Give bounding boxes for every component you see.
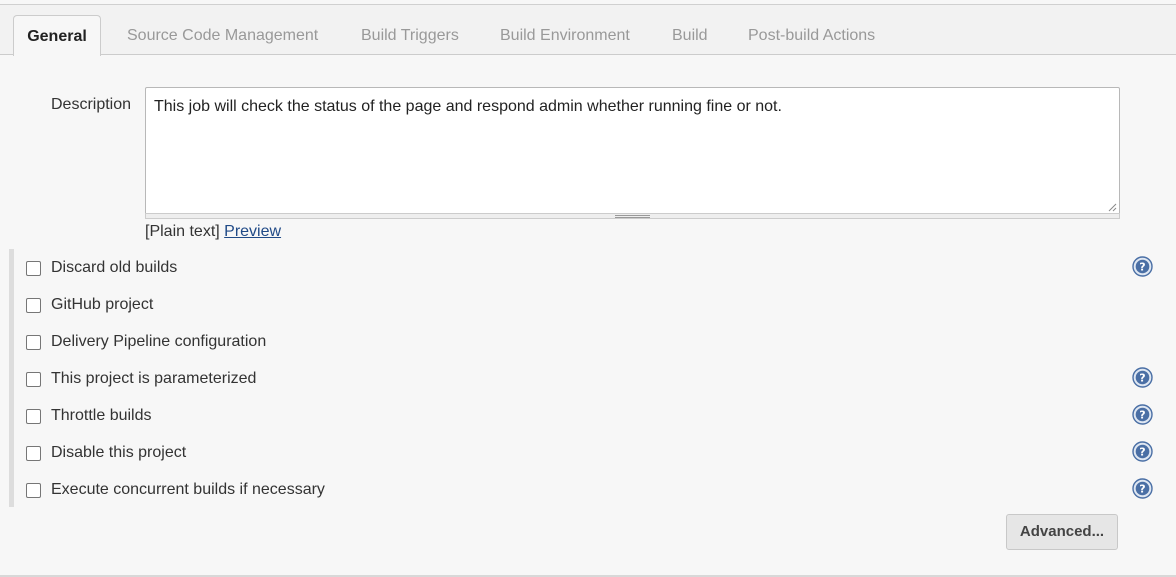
concurrent-builds-checkbox[interactable] <box>26 482 41 498</box>
option-github-project: GitHub project <box>26 294 153 316</box>
options-section-indicator <box>9 249 14 507</box>
resize-handle-icon <box>615 215 650 218</box>
svg-text:?: ? <box>1139 409 1145 422</box>
parameterized-checkbox[interactable] <box>26 371 41 387</box>
option-delivery-pipeline: Delivery Pipeline configuration <box>26 331 266 353</box>
svg-text:?: ? <box>1139 483 1145 496</box>
help-circle-icon[interactable]: ? <box>1132 367 1153 388</box>
tab-build-triggers[interactable]: Build Triggers <box>361 15 459 56</box>
delivery-pipeline-checkbox[interactable] <box>26 334 41 350</box>
option-concurrent-builds: Execute concurrent builds if necessary <box>26 479 325 501</box>
markup-type-label: [Plain text] <box>145 223 220 240</box>
preview-link[interactable]: Preview <box>224 223 281 240</box>
tab-source-code-management[interactable]: Source Code Management <box>127 15 318 56</box>
svg-text:?: ? <box>1139 446 1145 459</box>
markup-formatter: [Plain text] Preview <box>145 223 281 241</box>
option-discard-old-builds: Discard old builds <box>26 257 177 279</box>
help-circle-icon[interactable]: ? <box>1132 478 1153 499</box>
help-circle-icon[interactable]: ? <box>1132 256 1153 277</box>
description-label: Description <box>51 96 132 113</box>
description-text: This job will check the status of the pa… <box>154 98 782 115</box>
option-label: Discard old builds <box>51 259 178 276</box>
help-circle-icon[interactable]: ? <box>1132 441 1153 462</box>
option-throttle-builds: Throttle builds <box>26 405 152 427</box>
option-label: Disable this project <box>51 444 187 461</box>
tab-general[interactable]: General <box>13 15 101 56</box>
option-label: Execute concurrent builds if necessary <box>51 481 325 498</box>
svg-text:?: ? <box>1139 261 1145 274</box>
option-label: Delivery Pipeline configuration <box>51 333 267 350</box>
tab-build-environment[interactable]: Build Environment <box>500 15 630 56</box>
description-textarea[interactable]: This job will check the status of the pa… <box>145 87 1120 215</box>
textarea-resize-bar[interactable] <box>145 213 1120 219</box>
config-tab-bar: General Source Code Management Build Tri… <box>0 5 1176 56</box>
option-parameterized: This project is parameterized <box>26 368 256 390</box>
option-label: Throttle builds <box>51 407 152 424</box>
throttle-builds-checkbox[interactable] <box>26 408 41 424</box>
help-circle-icon[interactable]: ? <box>1132 404 1153 425</box>
job-config-page: General Source Code Management Build Tri… <box>0 0 1176 577</box>
disable-project-checkbox[interactable] <box>26 445 41 461</box>
resize-grip-icon[interactable] <box>1107 202 1117 212</box>
discard-old-builds-checkbox[interactable] <box>26 260 41 276</box>
option-disable-project: Disable this project <box>26 442 186 464</box>
option-label: This project is parameterized <box>51 370 257 387</box>
github-project-checkbox[interactable] <box>26 297 41 313</box>
advanced-button[interactable]: Advanced... <box>1006 514 1118 550</box>
tab-build[interactable]: Build <box>672 15 708 56</box>
svg-text:?: ? <box>1139 372 1145 385</box>
option-label: GitHub project <box>51 296 154 313</box>
tab-post-build-actions[interactable]: Post-build Actions <box>748 15 875 56</box>
